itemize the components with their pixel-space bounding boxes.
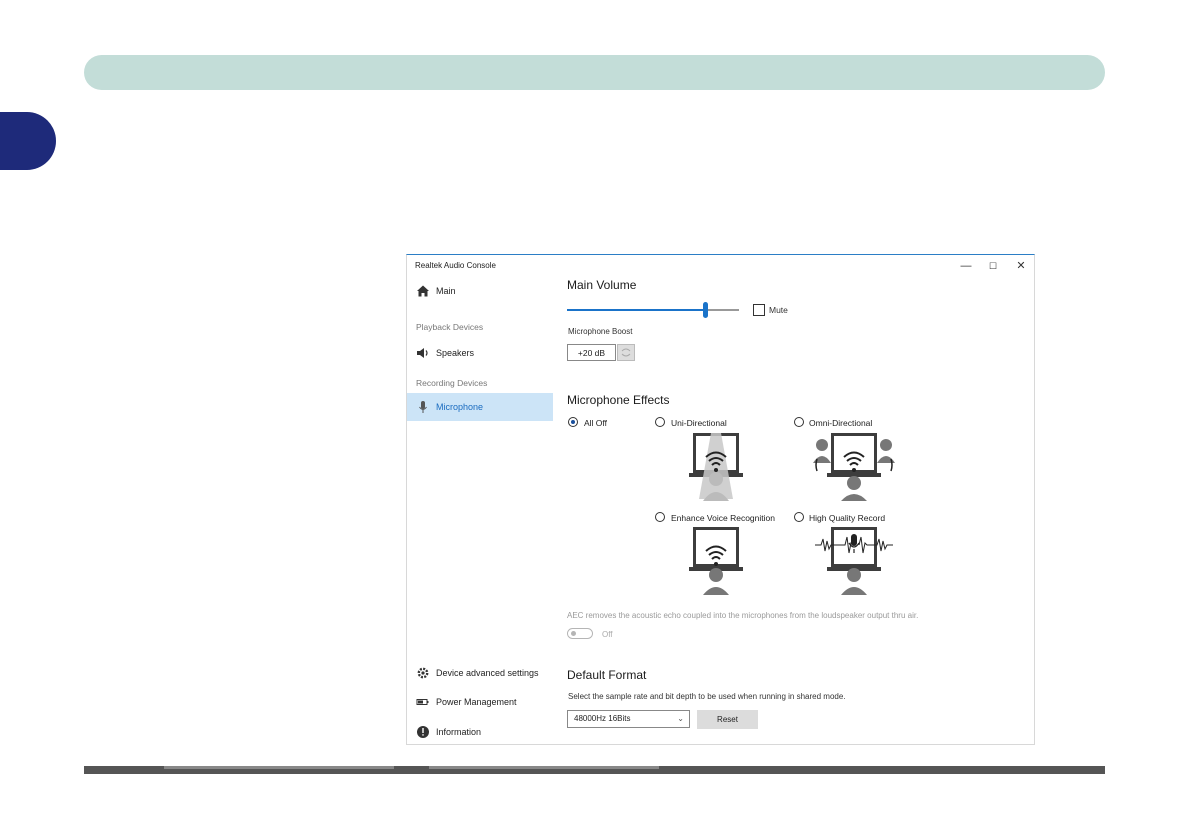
radio-label-uni-directional: Uni-Directional (671, 418, 727, 428)
sidebar-item-label: Microphone (436, 402, 484, 412)
radio-label-enhance-voice-recognition: Enhance Voice Recognition (671, 513, 775, 523)
radio-uni-directional[interactable] (655, 417, 665, 427)
radio-enhance-voice-recognition[interactable] (655, 512, 665, 522)
microphone-icon (419, 401, 427, 413)
info-icon (417, 726, 429, 738)
boost-spinner[interactable] (617, 344, 635, 361)
slider-thumb[interactable] (702, 302, 708, 318)
microphone-effects-heading: Microphone Effects (567, 393, 670, 407)
sidebar-item-microphone[interactable]: Microphone (407, 393, 553, 421)
default-format-description: Select the sample rate and bit depth to … (568, 692, 846, 701)
high-quality-record-illustration (815, 527, 893, 595)
reset-button[interactable]: Reset (697, 710, 758, 729)
sidebar-item-label: Device advanced settings (436, 668, 539, 678)
page-footer-rule (84, 766, 1105, 774)
uni-directional-illustration (689, 433, 743, 501)
page-header-bar (84, 55, 1105, 90)
omni-directional-illustration (813, 433, 895, 501)
sidebar-item-device-advanced-settings[interactable]: Device advanced settings (407, 659, 553, 687)
chapter-tab (0, 112, 56, 170)
speaker-icon (417, 348, 428, 358)
sidebar-item-information[interactable]: Information (407, 718, 553, 746)
spinner-arrows-icon (621, 348, 631, 357)
realtek-audio-console-window: Realtek Audio Console — ☐ ✕ Main Playbac… (406, 254, 1035, 745)
radio-label-high-quality-record: High Quality Record (809, 513, 886, 523)
radio-label-omni-directional: Omni-Directional (809, 418, 873, 428)
sample-rate-select[interactable]: 48000Hz 16Bits ⌄ (567, 710, 690, 728)
window-title: Realtek Audio Console (415, 261, 496, 270)
sidebar-item-power-management[interactable]: Power Management (407, 688, 553, 716)
sidebar-nav: Main Playback Devices Speakers Recording… (407, 277, 553, 744)
home-icon (417, 285, 429, 297)
radio-omni-directional[interactable] (794, 417, 804, 427)
aec-toggle-label: Off (602, 630, 613, 639)
microphone-boost-value[interactable]: +20 dB (567, 344, 616, 361)
section-recording-devices: Recording Devices (416, 378, 488, 388)
aec-description: AEC removes the acoustic echo coupled in… (567, 611, 919, 620)
sidebar-item-speakers[interactable]: Speakers (407, 339, 553, 367)
mute-label: Mute (769, 305, 788, 315)
sidebar-item-label: Speakers (436, 348, 475, 358)
mute-checkbox[interactable] (753, 304, 765, 316)
sidebar-item-label: Main (436, 286, 456, 296)
radio-all-off[interactable] (568, 417, 578, 427)
section-playback-devices: Playback Devices (416, 322, 484, 332)
aec-toggle[interactable] (567, 628, 593, 639)
enhance-voice-recognition-illustration (689, 527, 743, 595)
sidebar-item-main[interactable]: Main (407, 277, 553, 305)
sidebar-item-label: Information (436, 727, 482, 737)
radio-label-all-off: All Off (584, 418, 607, 428)
content-pane: Main Volume Mute Microphone Boost +20 dB… (567, 255, 1027, 744)
gear-icon (417, 667, 429, 679)
footer-rule-highlight (164, 766, 394, 769)
default-format-heading: Default Format (567, 668, 647, 682)
slider-fill (567, 309, 705, 311)
battery-icon (416, 699, 429, 705)
microphone-boost-label: Microphone Boost (568, 327, 633, 336)
toggle-knob (571, 631, 576, 636)
chevron-down-icon: ⌄ (677, 714, 684, 723)
sidebar-item-label: Power Management (436, 697, 517, 707)
radio-high-quality-record[interactable] (794, 512, 804, 522)
main-volume-slider[interactable] (567, 302, 739, 318)
main-volume-heading: Main Volume (567, 278, 637, 292)
sample-rate-selected: 48000Hz 16Bits (574, 714, 631, 723)
footer-rule-highlight (429, 766, 659, 769)
